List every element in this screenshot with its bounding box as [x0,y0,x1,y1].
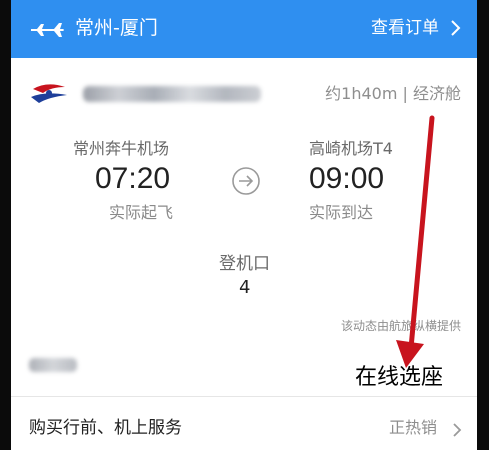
online-seat-selection[interactable]: 在线选座 [355,364,443,392]
departure-airport: 常州奔牛机场 [73,139,170,158]
airline-info-row: 约1h40m | 经济舱 [11,76,477,112]
gate-label: 登机口 [219,254,270,274]
view-order-link[interactable]: 查看订单 [371,14,439,42]
chevron-right-icon[interactable] [449,16,463,40]
chevron-right-icon [453,423,462,437]
services-label: 购买行前、机上服务 [29,418,182,438]
arrival-status: 实际到达 [309,203,374,222]
flight-card: 常州-厦门 查看订单 约1h40m | 经济舱 常州奔牛机场 07:20 实际起… [11,0,477,450]
route-title: 常州-厦门 [75,17,158,39]
arrival-airport: 高崎机场T4 [309,139,393,158]
duration-class: 约1h40m | 经济舱 [325,84,461,103]
departure-status: 实际起飞 [109,203,174,222]
blurred-text [29,358,77,372]
airline-logo-icon [31,84,67,103]
gate-value: 4 [239,277,251,298]
header-bar: 常州-厦门 查看订单 [11,0,477,58]
divider [11,396,477,397]
source-note: 该动态由航旅纵横提供 [340,319,461,333]
hot-sale-badge: 正热销 [388,418,437,437]
airplane-icon [31,23,64,37]
services-row[interactable]: 购买行前、机上服务 正热销 [11,408,477,450]
arrival-time: 09:00 [309,162,385,195]
airline-name-blurred [83,86,261,102]
departure-time: 07:20 [95,162,171,195]
arrow-right-circle-icon [232,167,260,195]
